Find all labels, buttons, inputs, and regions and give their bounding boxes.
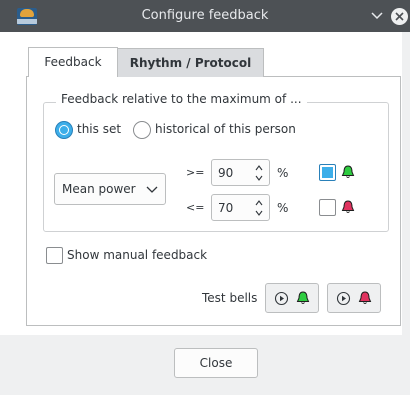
spin-arrows-icon[interactable] (254, 198, 264, 218)
play-icon (274, 291, 289, 306)
tab-rhythm-protocol[interactable]: Rhythm / Protocol (117, 48, 264, 77)
variable-select[interactable]: Mean power (54, 173, 166, 205)
radio-historical[interactable] (133, 121, 151, 139)
radio-this-set[interactable] (55, 121, 73, 139)
radio-historical-label[interactable]: historical of this person (155, 122, 296, 136)
green-bell-icon (341, 165, 355, 178)
window-title: Configure feedback (141, 8, 269, 23)
lower-comparator: <= (186, 201, 205, 214)
group-title: Feedback relative to the maximum of ... (56, 92, 307, 106)
upper-comparator: >= (186, 166, 205, 179)
test-good-bell-button[interactable] (265, 283, 319, 313)
upper-unit: % (277, 166, 289, 180)
green-bell-icon (296, 291, 310, 304)
test-bells-label: Test bells (202, 291, 258, 305)
lower-unit: % (277, 201, 289, 215)
lower-threshold-value: 70 (218, 201, 234, 215)
radio-this-set-label[interactable]: this set (77, 122, 121, 136)
lower-threshold-spinbox[interactable]: 70 (211, 194, 270, 221)
red-bell-icon (358, 291, 372, 304)
play-icon (336, 291, 351, 306)
show-manual-feedback-checkbox[interactable] (46, 247, 63, 264)
upper-enabled-checkbox[interactable] (319, 164, 336, 181)
red-bell-icon (341, 200, 355, 213)
chevron-down-icon[interactable] (370, 10, 384, 22)
upper-threshold-spinbox[interactable]: 90 (211, 159, 270, 186)
tab-feedback[interactable]: Feedback (28, 47, 118, 77)
upper-threshold-value: 90 (218, 166, 234, 180)
close-icon (395, 12, 404, 21)
show-manual-feedback-label[interactable]: Show manual feedback (67, 248, 207, 262)
lower-enabled-checkbox[interactable] (319, 199, 336, 216)
close-button[interactable]: Close (174, 348, 258, 378)
spin-arrows-icon[interactable] (254, 163, 264, 183)
chevron-down-icon (146, 186, 158, 193)
titlebar: Configure feedback (0, 0, 410, 32)
variable-select-value: Mean power (62, 182, 136, 196)
configure-feedback-dialog: Configure feedback Rhythm / Protocol Fee… (0, 0, 410, 395)
test-bad-bell-button[interactable] (327, 283, 381, 313)
close-window-button[interactable] (391, 8, 408, 25)
